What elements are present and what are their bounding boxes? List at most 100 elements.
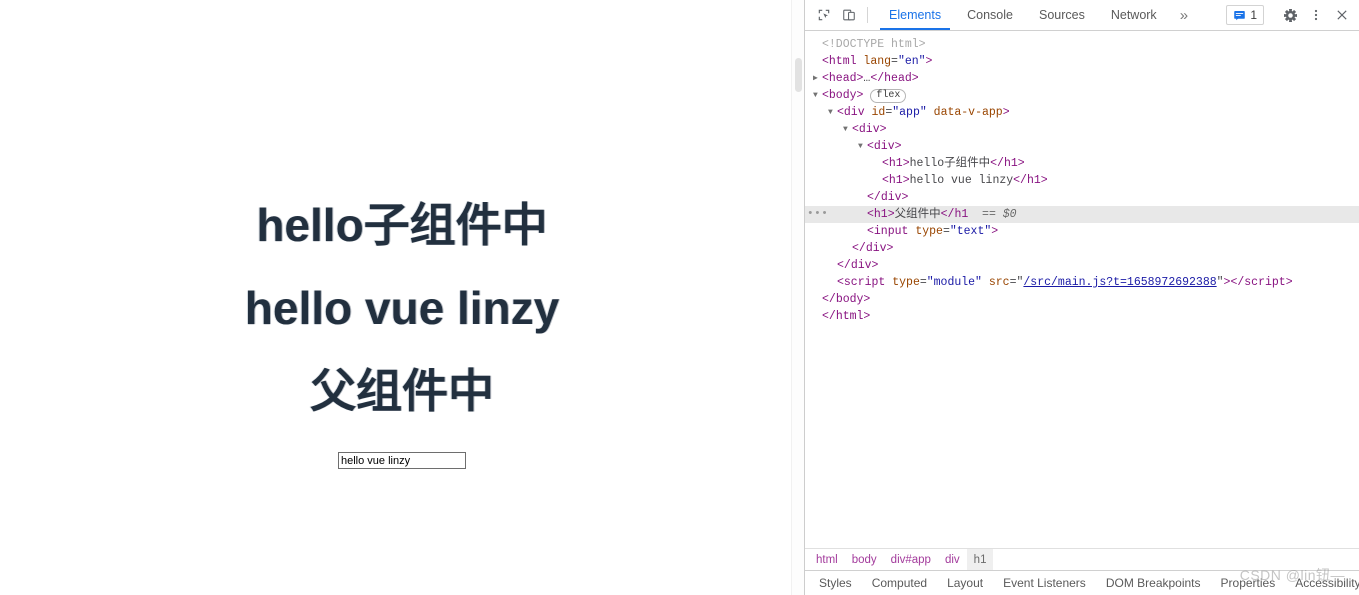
kebab-menu-icon[interactable]: [1303, 0, 1329, 31]
code-token: <: [822, 72, 829, 85]
page-input-wrapper: [338, 451, 466, 470]
source-link[interactable]: /src/main.js?t=1658972692388: [1023, 276, 1216, 289]
dom-node[interactable]: </div>: [805, 257, 1359, 274]
dom-node[interactable]: <div id="app" data-v-app>: [805, 104, 1359, 121]
code-token: <: [822, 55, 829, 68]
page-scrollbar[interactable]: [791, 0, 804, 595]
pane-tab-layout[interactable]: Layout: [937, 571, 993, 595]
disclosure-triangle-icon[interactable]: [813, 70, 822, 87]
breadcrumb-item-h1[interactable]: h1: [966, 548, 994, 571]
code-token: "app": [892, 106, 927, 119]
dom-node[interactable]: </html>: [805, 308, 1359, 325]
code-token: >: [1040, 174, 1048, 187]
disclosure-triangle-icon[interactable]: [828, 104, 837, 121]
tab-sources[interactable]: Sources: [1026, 0, 1098, 30]
code-token: <: [867, 208, 874, 221]
issues-badge[interactable]: 1: [1226, 5, 1264, 25]
dom-node[interactable]: </div>: [805, 189, 1359, 206]
page-text-input[interactable]: [338, 452, 466, 470]
page-viewport: hello子组件中 hello vue linzy 父组件中: [0, 0, 804, 595]
dom-node[interactable]: </body>: [805, 291, 1359, 308]
pane-tab-accessibility[interactable]: Accessibility: [1285, 571, 1359, 595]
code-token: =": [1009, 276, 1024, 289]
code-token: >: [856, 89, 871, 102]
code-token: >: [886, 242, 894, 255]
dom-node[interactable]: <script type="module" src="/src/main.js?…: [805, 274, 1359, 291]
code-token: >: [911, 72, 919, 85]
code-token: >: [894, 140, 902, 153]
node-spacer: [873, 172, 882, 189]
devtools-toolbar-right: 1: [1226, 0, 1355, 30]
code-token: <: [822, 89, 829, 102]
code-token: <: [882, 174, 889, 187]
code-token: =: [891, 55, 898, 68]
breadcrumb-item-body[interactable]: body: [845, 549, 884, 571]
code-token: script: [843, 276, 886, 289]
code-token: == $0: [968, 208, 1017, 221]
pane-tab-styles[interactable]: Styles: [809, 571, 862, 595]
code-token: h1: [954, 208, 969, 221]
code-token: div: [843, 106, 865, 119]
dom-node[interactable]: <div>: [805, 138, 1359, 155]
page-heading-parent: 父组件中: [310, 364, 494, 417]
pane-tab-properties[interactable]: Properties: [1211, 571, 1286, 595]
dom-node[interactable]: <body> flex: [805, 87, 1359, 104]
breadcrumb-item-html[interactable]: html: [809, 549, 845, 571]
code-token: h1: [1003, 157, 1018, 170]
dom-node[interactable]: <head>…</head>: [805, 70, 1359, 87]
code-token: >: [1017, 157, 1025, 170]
dom-node[interactable]: </div>: [805, 240, 1359, 257]
code-token: "en": [897, 55, 926, 68]
pane-tab-event-listeners[interactable]: Event Listeners: [993, 571, 1096, 595]
gear-icon[interactable]: [1277, 0, 1303, 31]
inspect-element-picker-icon[interactable]: [811, 0, 836, 30]
node-spacer: [813, 53, 822, 70]
page-scrollbar-thumb[interactable]: [795, 58, 802, 92]
dom-node[interactable]: <html lang="en">: [805, 53, 1359, 70]
issues-count: 1: [1250, 8, 1257, 22]
code-token: </: [822, 293, 836, 306]
code-token: h1: [888, 174, 903, 187]
dom-node[interactable]: <div>: [805, 121, 1359, 138]
dom-tree[interactable]: <!DOCTYPE html><html lang="en"><head>…</…: [805, 31, 1359, 548]
code-token: data-v-app: [933, 106, 1003, 119]
code-token: input: [873, 225, 909, 238]
code-token: >: [863, 293, 871, 306]
code-token: </: [837, 259, 851, 272]
code-token: >: [991, 225, 999, 238]
node-ellipsis-icon[interactable]: •••: [807, 206, 828, 223]
toolbar-divider: [867, 7, 868, 23]
close-icon[interactable]: [1329, 0, 1355, 31]
tab-elements[interactable]: Elements: [876, 0, 954, 30]
code-token: >: [1285, 276, 1293, 289]
code-token: >: [863, 310, 871, 323]
dom-node[interactable]: <input type="text">: [805, 223, 1359, 240]
dom-node[interactable]: <!DOCTYPE html>: [805, 36, 1359, 53]
pane-tab-computed[interactable]: Computed: [862, 571, 937, 595]
code-token: "text": [949, 225, 992, 238]
devtools-panel: Elements Console Sources Network » 1 <!D…: [804, 0, 1359, 595]
code-token: >: [879, 123, 887, 136]
more-tabs-chevron-icon[interactable]: »: [1170, 0, 1198, 30]
devtools-toolbar: Elements Console Sources Network » 1: [805, 0, 1359, 31]
flex-badge[interactable]: flex: [870, 89, 907, 103]
page-heading-child: hello子组件中: [256, 199, 548, 251]
breadcrumb-item-div-app[interactable]: div#app: [884, 549, 938, 571]
code-token: id: [871, 106, 886, 119]
code-token: type: [892, 276, 920, 289]
dom-node[interactable]: <h1>hello子组件中</h1>: [805, 155, 1359, 172]
dom-node[interactable]: <h1>hello vue linzy</h1>: [805, 172, 1359, 189]
device-toolbar-icon[interactable]: [836, 0, 861, 30]
disclosure-triangle-icon[interactable]: [858, 138, 867, 155]
code-token: >: [871, 259, 879, 272]
code-token: ": [1216, 276, 1224, 289]
code-token: >: [1002, 106, 1010, 119]
tab-console[interactable]: Console: [954, 0, 1026, 30]
disclosure-triangle-icon[interactable]: [813, 87, 822, 104]
breadcrumb-item-div[interactable]: div: [938, 549, 967, 571]
pane-tab-dom-breakpoints[interactable]: DOM Breakpoints: [1096, 571, 1211, 595]
dom-node-selected[interactable]: ••• <h1>父组件中</h1 == $0: [805, 206, 1359, 223]
code-token: 父组件中: [894, 208, 941, 221]
tab-network[interactable]: Network: [1098, 0, 1170, 30]
disclosure-triangle-icon[interactable]: [843, 121, 852, 138]
